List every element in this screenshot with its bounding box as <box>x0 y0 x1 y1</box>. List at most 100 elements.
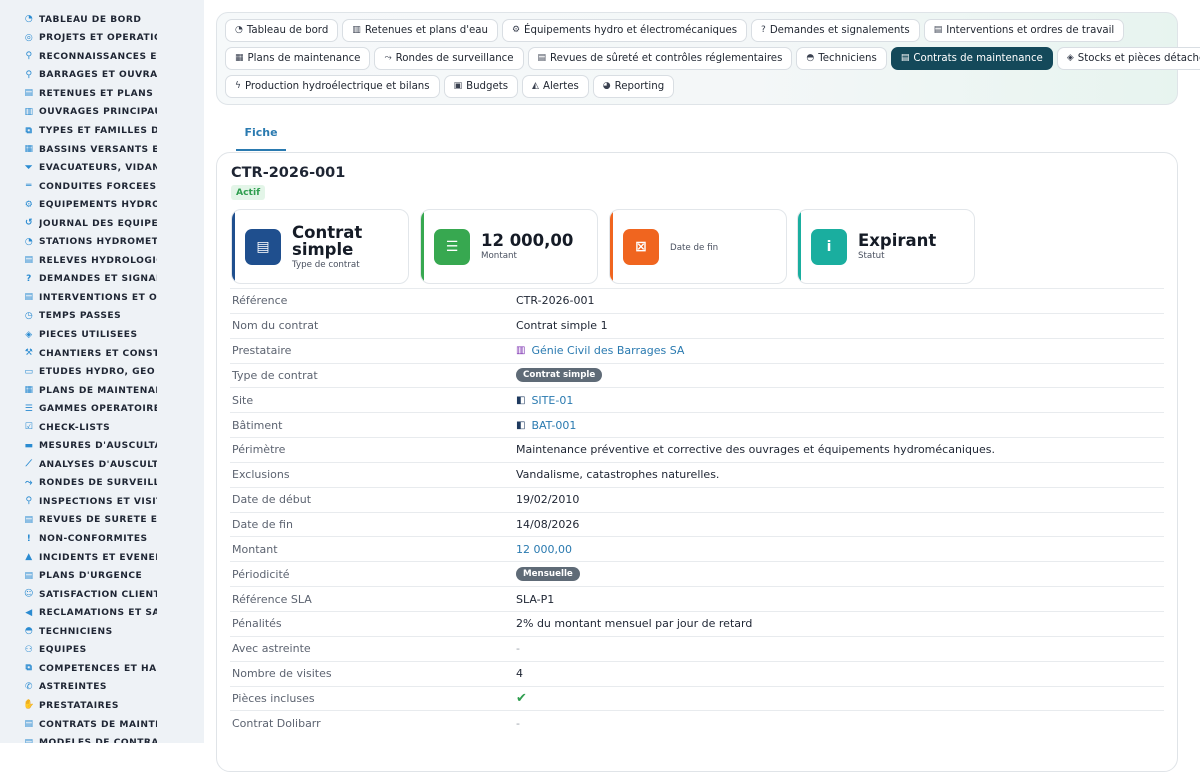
stat-accent <box>232 210 235 283</box>
hammer-icon: ⚒ <box>24 348 34 359</box>
sidebar-item-label: MODÈLES DE CONTRATS <box>39 738 157 743</box>
detail-value[interactable]: ◧ BAT-001 <box>516 419 576 432</box>
sidebar-item-evacuateurs-vidanges[interactable]: ⏷ ÉVACUATEURS, VIDANGES <box>0 159 204 178</box>
sidebar-item-prestataires[interactable]: ✋ PRESTATAIRES <box>0 697 204 716</box>
clipboard-icon: ▤ <box>24 255 34 266</box>
status-badge: Actif <box>231 185 266 200</box>
pipe-icon: ═ <box>26 181 32 192</box>
sidebar-item-barrages-et-ouvrages[interactable]: ⚲ BARRAGES ET OUVRAGES <box>0 66 204 85</box>
sidebar-item-label: OUVRAGES PRINCIPAUX <box>39 107 157 118</box>
detail-value: Mensuelle <box>516 567 580 582</box>
sidebar-item-competences-et-habilitations[interactable]: ⧉ COMPÉTENCES ET HABILITATIONS <box>0 660 204 679</box>
sidebar-item-label: RETENUES ET PLANS D'EAU <box>39 88 157 99</box>
pie-chart-icon: ◕ <box>602 81 611 91</box>
sidebar-item-modeles-de-contrats[interactable]: ▤ MODÈLES DE CONTRATS <box>0 734 204 743</box>
sidebar-item-revues-de-surete-et-controles[interactable]: ▤ REVUES DE SÛRETÉ ET CONTRÔLES <box>0 511 204 530</box>
sidebar-item-label: INSPECTIONS ET VISITES <box>39 496 157 507</box>
sidebar-item-bassins-versants-et-affluents[interactable]: ▦ BASSINS VERSANTS ET AFFLUENTS <box>0 140 204 159</box>
detail-value: 19/02/2010 <box>516 493 580 507</box>
sidebar-item-types-et-familles-d-ouvrages[interactable]: ⧉ TYPES ET FAMILLES D'OUVRAGES <box>0 122 204 141</box>
sidebar-item-mesures-d-auscultation[interactable]: ▬ MESURES D'AUSCULTATION <box>0 437 204 456</box>
nav-tab-demandes-et-signalements[interactable]: ? Demandes et signalements <box>751 19 920 42</box>
file-contract-icon: ▤ <box>24 719 34 729</box>
nav-tab-plans-de-maintenance[interactable]: ▦ Plans de maintenance <box>225 47 371 70</box>
nav-tab-budgets[interactable]: ▣ Budgets <box>443 75 519 98</box>
nav-tab-retenues-et-plans-d-eau[interactable]: ▥ Retenues et plans d'eau <box>342 19 498 42</box>
sidebar-item-reconnaissances-et-visites[interactable]: ⚲ RECONNAISSANCES ET VISITES <box>0 48 204 67</box>
tab-fiche[interactable]: Fiche <box>236 121 286 151</box>
sidebar-item-techniciens[interactable]: ◓ TECHNICIENS <box>0 623 204 642</box>
sidebar-item-label: ÉQUIPEMENTS HYDRO ET ÉLECTROMÉCANIQUES <box>39 200 157 211</box>
sidebar-item-equipements-hydro-et-electromecaniques[interactable]: ⚙ ÉQUIPEMENTS HYDRO ET ÉLECTROMÉCANIQUES <box>0 196 204 215</box>
sidebar-item-interventions-et-ordres-de-travail[interactable]: ▤ INTERVENTIONS ET ORDRES DE TRAVAIL <box>0 289 204 308</box>
file-icon: ▤ <box>24 737 34 743</box>
sidebar-item-astreintes[interactable]: ✆ ASTREINTES <box>0 678 204 697</box>
link-text[interactable]: BAT-001 <box>531 419 576 432</box>
nav-tab-revues-de-surete-et-controles-reglementaires[interactable]: ▤ Revues de sûreté et contrôles réglement… <box>527 47 793 70</box>
sidebar-item-analyses-d-auscultation[interactable]: ⟋ ANALYSES D'AUSCULTATION <box>0 456 204 475</box>
sidebar-item-gammes-operatoires[interactable]: ☰ GAMMES OPÉRATOIRES <box>0 400 204 419</box>
sidebar-item-incidents-et-evenements[interactable]: ▲ INCIDENTS ET ÉVÉNEMENTS <box>0 548 204 567</box>
building-icon: ▥ <box>24 106 34 117</box>
sidebar-item-journal-des-equipements[interactable]: ↺ JOURNAL DES ÉQUIPEMENTS <box>0 214 204 233</box>
value-badge: Mensuelle <box>516 567 580 582</box>
nav-tab-interventions-et-ordres-de-travail[interactable]: ▤ Interventions et ordres de travail <box>923 19 1125 42</box>
nav-tab-production-hydroelectrique-et-bilans[interactable]: ϟ Production hydroélectrique et bilans <box>225 75 440 98</box>
sidebar-item-label: ÉVACUATEURS, VIDANGES <box>39 163 157 174</box>
sidebar-item-inspections-et-visites[interactable]: ⚲ INSPECTIONS ET VISITES <box>0 493 204 512</box>
nav-tab-contrats-de-maintenance[interactable]: ▤ Contrats de maintenance <box>890 47 1053 70</box>
sidebar-item-plans-de-maintenance[interactable]: ▦ PLANS DE MAINTENANCE <box>0 381 204 400</box>
nav-tab-label: Reporting <box>614 81 665 92</box>
nav-tab-stocks-et-pieces-detachees[interactable]: ◈Stocks et pièces détachées <box>1056 47 1200 70</box>
detail-value[interactable]: ▥ Génie Civil des Barrages SA <box>516 344 684 357</box>
sidebar-item-demandes-et-signalements[interactable]: ? DEMANDES ET SIGNALEMENTS <box>0 270 204 289</box>
sidebar-item-label: RECONNAISSANCES ET VISITES <box>39 51 157 62</box>
sidebar-item-label: MESURES D'AUSCULTATION <box>39 441 157 452</box>
sidebar-item-check-lists[interactable]: ☑ CHECK-LISTS <box>0 418 204 437</box>
sidebar-item-equipes[interactable]: ⚇ ÉQUIPES <box>0 641 204 660</box>
sidebar-item-temps-passes[interactable]: ◷ TEMPS PASSÉS <box>0 307 204 326</box>
detail-value: 12 000,00 <box>516 542 572 556</box>
sidebar-item-label: ANALYSES D'AUSCULTATION <box>39 459 157 470</box>
smile-icon: ☺ <box>24 589 34 600</box>
sidebar-item-tableau-de-bord[interactable]: ◔ TABLEAU DE BORD <box>0 10 204 29</box>
sidebar-item-projets-et-operations[interactable]: ◎ PROJETS ET OPÉRATIONS <box>0 29 204 48</box>
nav-tab-tableau-de-bord[interactable]: ◔ Tableau de bord <box>225 19 339 42</box>
nav-tab-equipements-hydro-et-electromecaniques[interactable]: ⚙ Équipements hydro et électromécaniques <box>501 19 748 42</box>
history-icon: ↺ <box>24 218 34 229</box>
detail-row-date-de-debut: Date de début 19/02/2010 <box>230 486 1164 512</box>
detail-row-prestataire: Prestataire ▥ Génie Civil des Barrages SA <box>230 337 1164 363</box>
nav-tab-alertes[interactable]: ◭ Alertes <box>522 75 589 98</box>
sidebar-item-pieces-utilisees[interactable]: ◈ PIÈCES UTILISÉES <box>0 326 204 345</box>
sidebar-item-stations-hydrometriques[interactable]: ◔ STATIONS HYDROMÉTRIQUES <box>0 233 204 252</box>
map-icon: ◧ <box>516 394 526 406</box>
sidebar-item-retenues-et-plans-d-eau[interactable]: ▤ RETENUES ET PLANS D'EAU <box>0 85 204 104</box>
sidebar-item-chantiers-et-constructions[interactable]: ⚒ CHANTIERS ET CONSTRUCTIONS <box>0 344 204 363</box>
detail-value[interactable]: ◧ SITE-01 <box>516 394 573 407</box>
nav-tab-techniciens[interactable]: ◓ Techniciens <box>796 47 887 70</box>
nav-row: ▦ Plans de maintenance ⤳ Rondes de surveill… <box>225 47 1200 70</box>
sidebar-item-releves-hydrologiques[interactable]: ▤ RELEVÉS HYDROLOGIQUES <box>0 252 204 271</box>
sidebar-item-satisfaction-client[interactable]: ☺ SATISFACTION CLIENT <box>0 585 204 604</box>
sidebar-item-plans-d-urgence[interactable]: ▤ PLANS D'URGENCE <box>0 567 204 586</box>
hard-hat-icon: ◓ <box>24 626 34 637</box>
stat-accent <box>798 210 801 283</box>
stat-accent <box>610 210 613 283</box>
detail-value: Maintenance préventive et corrective des… <box>516 443 995 457</box>
sitemap-icon: ⧉ <box>25 663 33 674</box>
nav-tab-label: Stocks et pièces détachées <box>1077 53 1200 64</box>
sidebar-item-reclamations-et-sav[interactable]: ◀ RÉCLAMATIONS ET SAV <box>0 604 204 623</box>
nav-tab-reporting[interactable]: ◕ Reporting <box>592 75 675 98</box>
sidebar-item-label: INTERVENTIONS ET ORDRES DE TRAVAIL <box>39 292 157 303</box>
sidebar-item-etudes-hydro-geo-et-environnement[interactable]: ▭ ÉTUDES HYDRO, GÉO ET ENVIRONNEMENT <box>0 363 204 382</box>
sidebar-item-rondes-de-surveillance[interactable]: ⤳ RONDES DE SURVEILLANCE <box>0 474 204 493</box>
sidebar-item-conduites-forcees-et-galeries[interactable]: ═ CONDUITES FORCÉES ET GALERIES <box>0 177 204 196</box>
route-icon: ⤳ <box>384 53 392 63</box>
link-text[interactable]: SITE-01 <box>531 394 573 407</box>
link-text[interactable]: Génie Civil des Barrages SA <box>531 344 684 357</box>
sidebar-item-contrats-de-maintenance[interactable]: ▤ CONTRATS DE MAINTENANCE <box>0 715 204 734</box>
nav-tab-rondes-de-surveillance[interactable]: ⤳ Rondes de surveillance <box>374 47 524 70</box>
sidebar-item-ouvrages-principaux[interactable]: ▥ OUVRAGES PRINCIPAUX <box>0 103 204 122</box>
file-alert-icon: ▤ <box>24 570 34 581</box>
sidebar-item-non-conformites[interactable]: ! NON-CONFORMITÉS <box>0 530 204 549</box>
